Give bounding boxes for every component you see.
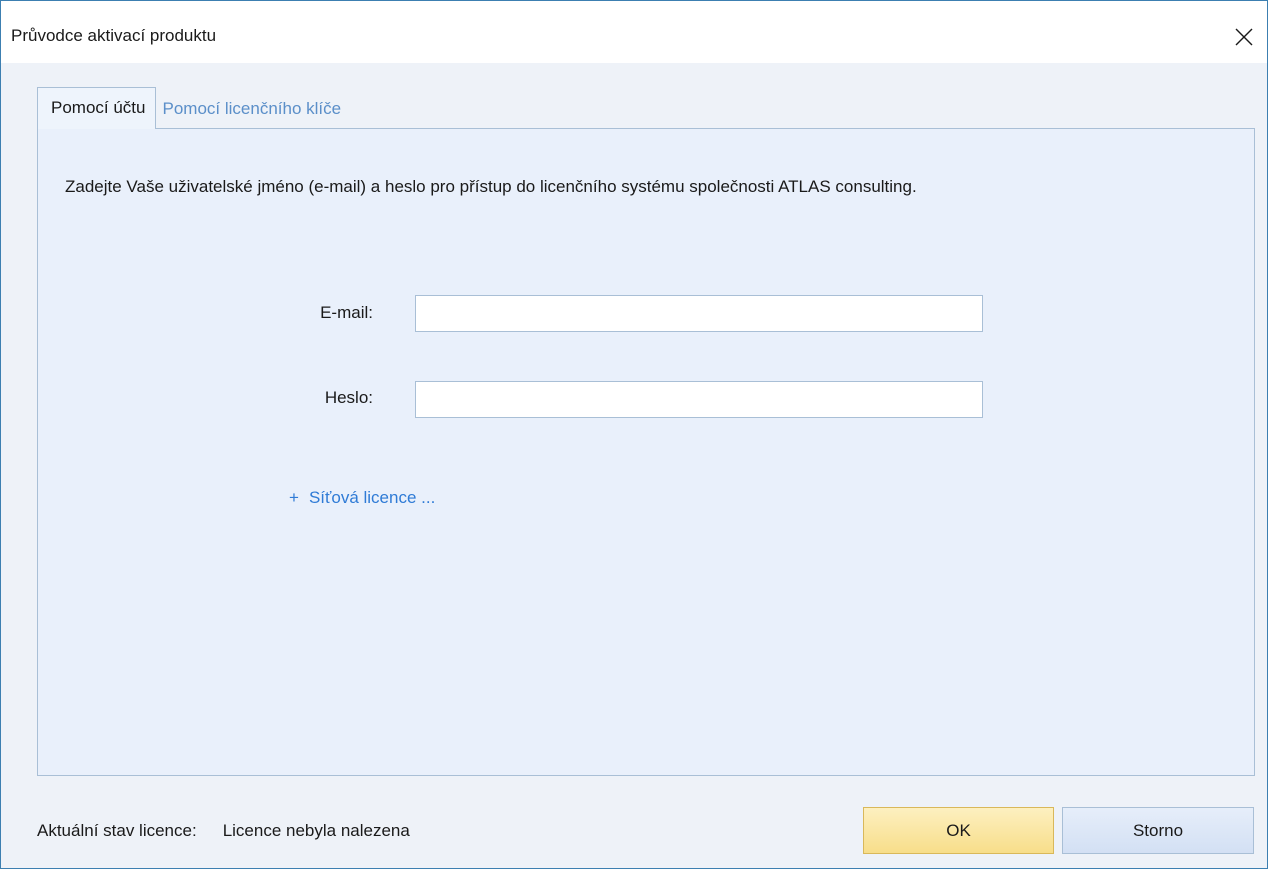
tab-panel-account: Zadejte Vaše uživatelské jméno (e-mail) … xyxy=(37,128,1255,776)
email-field[interactable] xyxy=(415,295,983,332)
password-field[interactable] xyxy=(415,381,983,418)
tab-strip: Pomocí účtu Pomocí licenčního klíče xyxy=(37,87,351,129)
email-label: E-mail: xyxy=(320,303,373,322)
password-label: Heslo: xyxy=(324,388,373,407)
license-status: Aktuální stav licence: Licence nebyla nal… xyxy=(37,821,410,841)
activation-dialog: Průvodce aktivací produktu Pomocí účtu P… xyxy=(0,0,1268,869)
cancel-button[interactable]: Storno xyxy=(1062,807,1254,854)
close-icon xyxy=(1235,28,1253,46)
title-bar: Průvodce aktivací produktu xyxy=(1,1,1267,63)
instructions-text: Zadejte Vaše uživatelské jméno (e-mail) … xyxy=(65,177,917,196)
plus-icon: + xyxy=(289,488,299,507)
license-status-label: Aktuální stav licence: xyxy=(37,821,197,840)
network-license-link[interactable]: + Síťová licence ... xyxy=(289,488,435,508)
tab-license-key[interactable]: Pomocí licenčního klíče xyxy=(156,91,352,129)
ok-button[interactable]: OK xyxy=(863,807,1054,854)
window-title: Průvodce aktivací produktu xyxy=(11,26,217,45)
close-button[interactable] xyxy=(1221,17,1267,57)
network-license-label: Síťová licence ... xyxy=(308,488,436,507)
tab-account[interactable]: Pomocí účtu xyxy=(37,87,156,129)
license-status-value: Licence nebyla nalezena xyxy=(222,821,410,840)
